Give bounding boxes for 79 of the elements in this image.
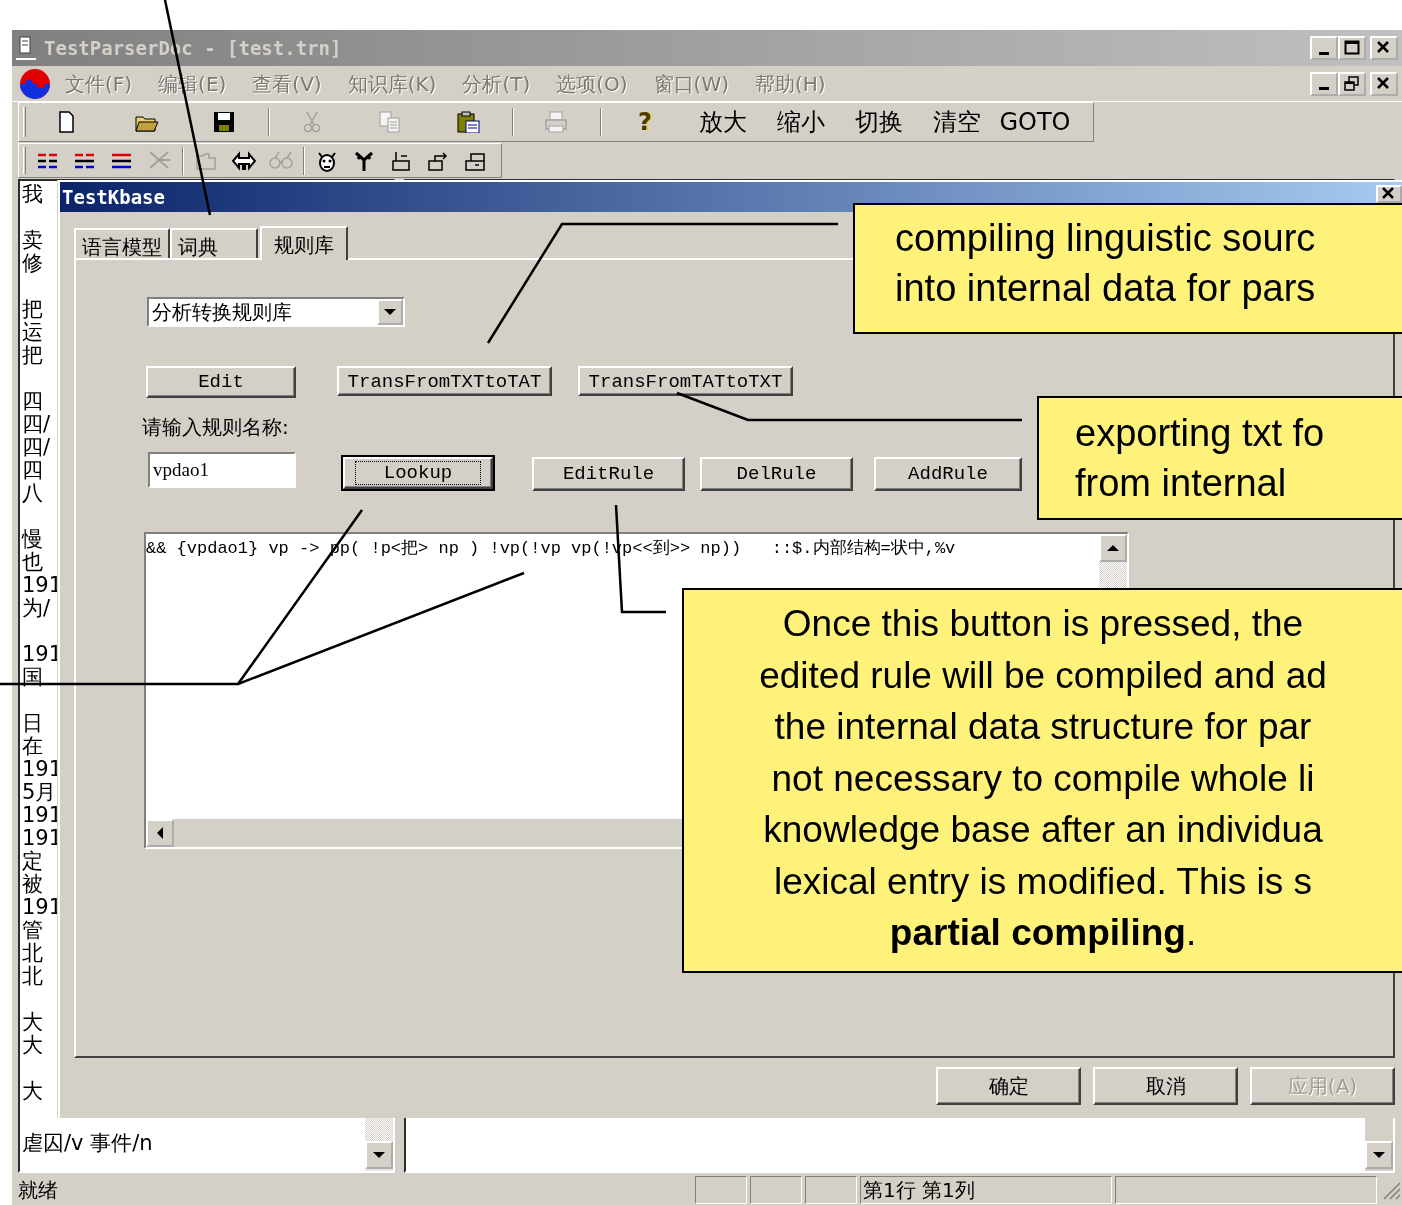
app-icon [16, 35, 36, 61]
text-line: 四/ [22, 436, 51, 459]
toolbar-button[interactable]: 放大 [684, 105, 762, 139]
toolbar-button[interactable]: 清空 [918, 105, 996, 139]
text-line: 191 [22, 574, 63, 597]
rule-action-button[interactable]: DelRule [700, 457, 853, 491]
field-label: 请输入规则名称: [142, 414, 289, 441]
text-line: 191 [22, 758, 63, 781]
text-line: 四/ [22, 413, 51, 436]
status-pane [805, 1175, 857, 1204]
text-line: 卖 [22, 229, 43, 252]
rule-action-button[interactable]: EditRule [532, 457, 685, 491]
text-line: 191 [22, 896, 63, 919]
text-line: 四 [22, 390, 43, 413]
close-button[interactable] [1370, 71, 1398, 96]
clipboard-icon[interactable] [457, 111, 481, 133]
text-line: 191 [22, 827, 63, 850]
maximize-icon [1344, 40, 1360, 56]
text-line: 在 [22, 735, 43, 758]
minimize-icon [1319, 51, 1329, 55]
restore-icon [1344, 75, 1360, 92]
rule-action-button[interactable]: AddRule [874, 457, 1022, 491]
dialog-button[interactable]: 确定 [936, 1067, 1081, 1105]
text-line: 191 [22, 643, 63, 666]
text-line: 修 [22, 252, 43, 275]
rule-action-button[interactable]: TransFromTXTtoTAT [337, 366, 552, 396]
tab[interactable]: 规则库 [260, 226, 348, 260]
scroll-down-button[interactable] [365, 1141, 393, 1169]
minimize-button[interactable] [1310, 36, 1338, 60]
text-line: 虐囚/v 事件/n [22, 1132, 153, 1155]
text-line: 为/ [22, 597, 51, 620]
close-button[interactable] [1370, 36, 1398, 60]
status-text: 就绪 [18, 1176, 58, 1204]
rule-name-field[interactable]: vpdao1 [148, 452, 296, 488]
text-line: 北 [22, 965, 43, 988]
text-line: 大 [22, 1034, 43, 1057]
rule-action-button[interactable]: TransFromTATtoTXT [578, 366, 793, 396]
dialog-button[interactable]: 取消 [1093, 1067, 1238, 1105]
status-pane [695, 1175, 747, 1204]
text-line: 也 [22, 551, 43, 574]
restore-button[interactable] [1338, 71, 1366, 96]
text-line: 日 [22, 712, 43, 735]
text-line: 大 [22, 1011, 43, 1034]
rule-action-button[interactable]: Lookup [343, 457, 493, 489]
text-line: 运 [22, 321, 43, 344]
scroll-up-button[interactable] [1099, 534, 1127, 562]
scroll-down-button[interactable] [1365, 1141, 1393, 1169]
scroll-left-button[interactable] [146, 819, 174, 847]
close-button[interactable] [1376, 185, 1402, 203]
cursor-position: 第1行 第1列 [860, 1175, 1112, 1204]
maximize-button[interactable] [1338, 36, 1366, 60]
rule-action-button[interactable]: Edit [146, 366, 296, 398]
status-pane [750, 1175, 802, 1204]
callout-text: compiling linguistic sourc into internal data for pars [895, 216, 1317, 311]
text-line: 把 [22, 298, 43, 321]
toolbar-button[interactable]: 切换 [840, 105, 918, 139]
callout-text: exporting txt fo from internal [1075, 411, 1326, 506]
toolbar-button[interactable]: GOTO [996, 105, 1074, 139]
rule-base-dropdown[interactable]: 分析转换规则库 [147, 297, 405, 327]
minimize-button[interactable] [1310, 71, 1338, 96]
text-line: 把 [22, 344, 43, 367]
text-line: 定 [22, 850, 43, 873]
double-arrow-icon[interactable] [231, 149, 256, 172]
dialog-title: TestKbase [62, 184, 165, 210]
minimize-icon [1319, 87, 1329, 90]
text-line: 慢 [22, 528, 43, 551]
tab[interactable]: 词典 [170, 228, 258, 258]
tab[interactable]: 语言模型 [74, 228, 170, 258]
help-button[interactable]: ? [638, 104, 652, 140]
toolbar-button[interactable]: 缩小 [762, 105, 840, 139]
text-line: 191 [22, 804, 63, 827]
text-line: 被 [22, 873, 43, 896]
text-line: 我 [22, 183, 43, 206]
text-line: 八 [22, 482, 43, 505]
text-line: 管 [22, 919, 43, 942]
text-line: 四 [22, 459, 43, 482]
text-line: 大 [22, 1080, 43, 1103]
text-line: 5月 [22, 781, 57, 804]
text-line: 北 [22, 942, 43, 965]
